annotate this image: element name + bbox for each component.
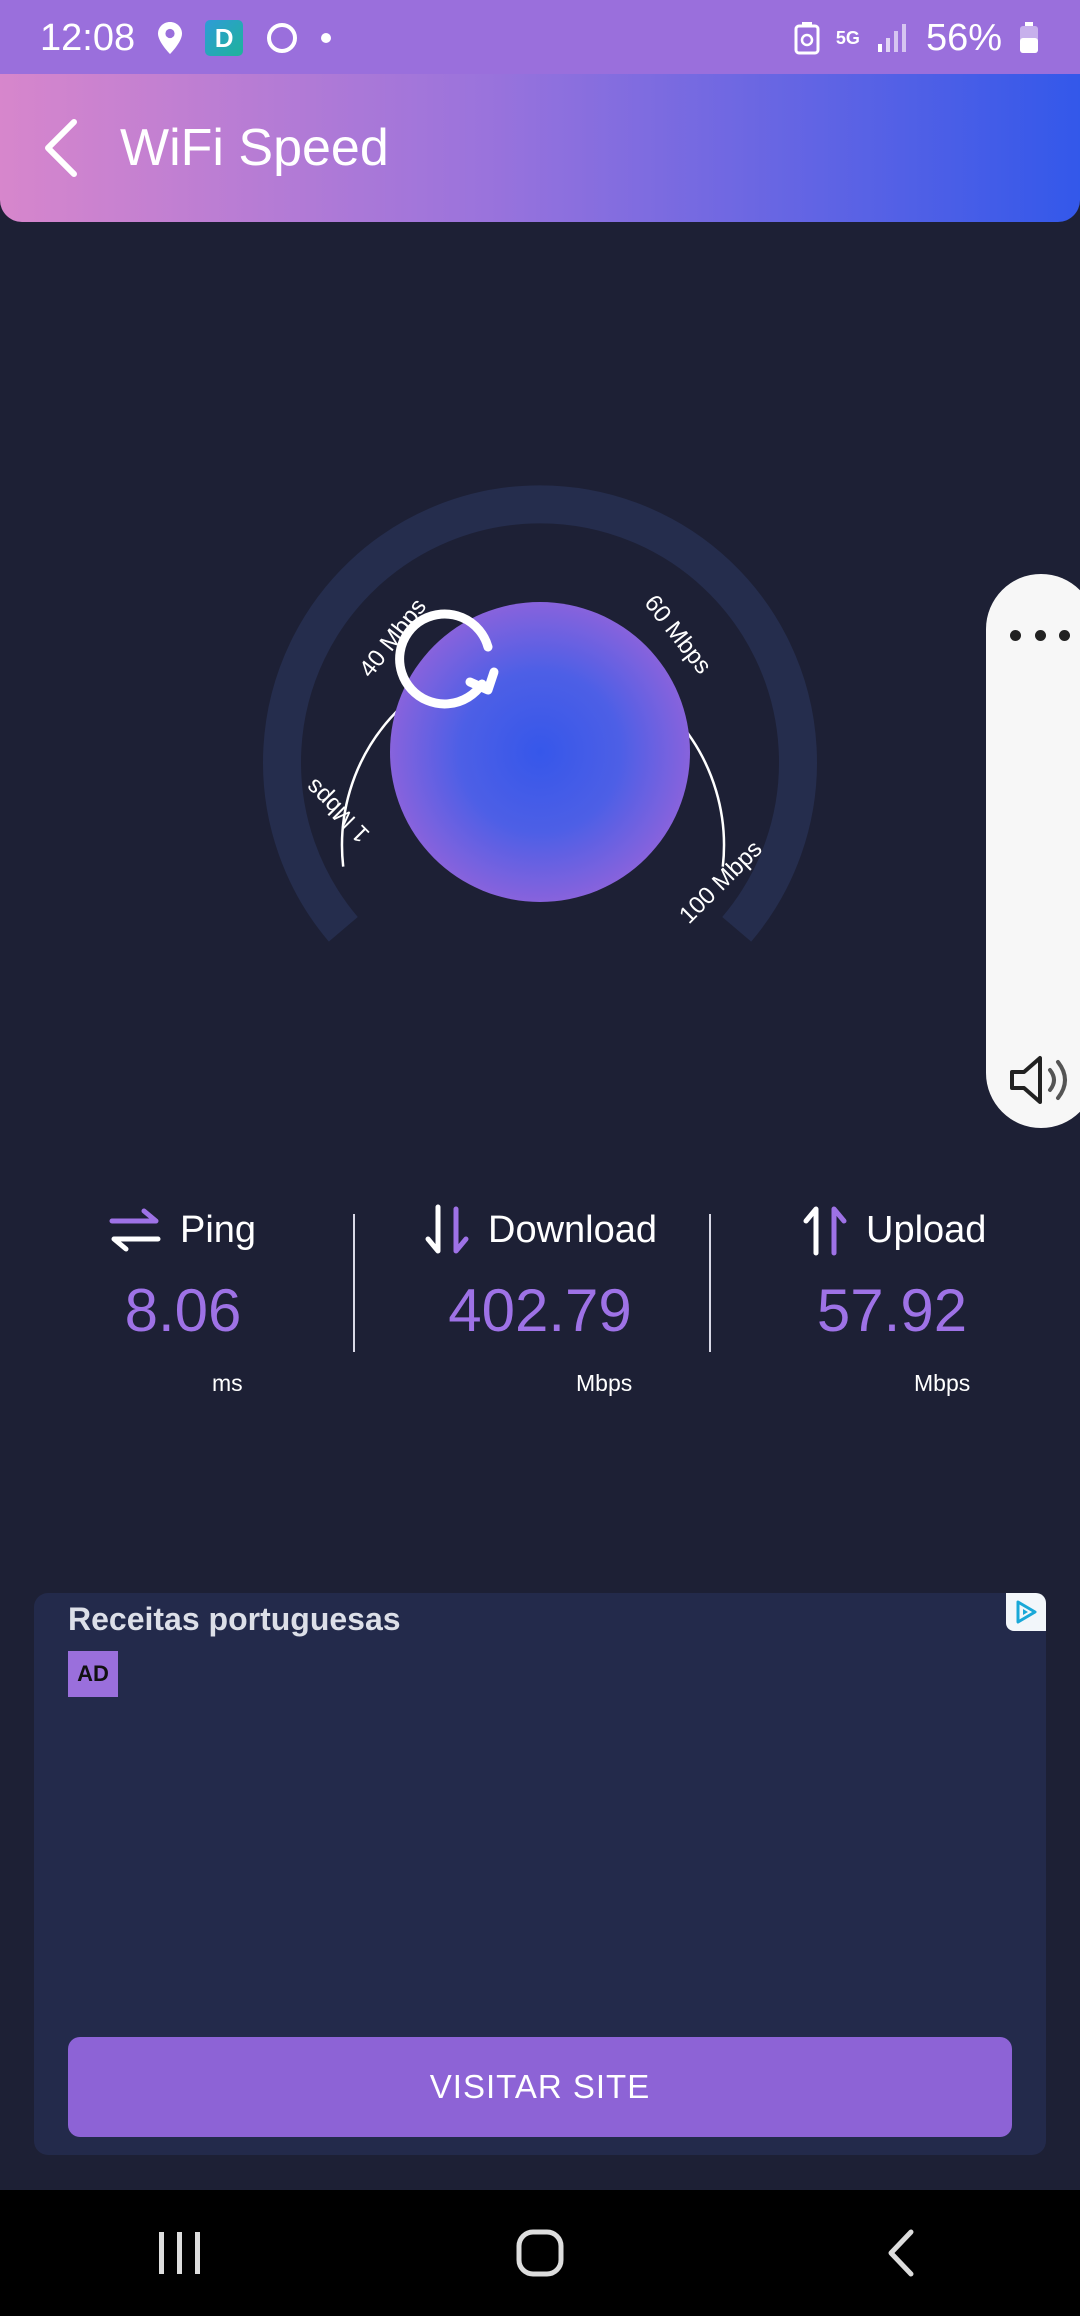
download-label: Download [488, 1208, 657, 1251]
ping-unit: ms [212, 1370, 243, 1396]
upload-unit: Mbps [914, 1370, 971, 1396]
adchoices-icon[interactable] [1006, 1593, 1046, 1631]
app-bar: WiFi Speed [0, 74, 1080, 222]
status-right: 5G 56% [794, 17, 1040, 60]
network-label: 5G [835, 28, 860, 48]
side-panel [986, 574, 1080, 1128]
app-screen: 12:08 D 5G 56% WiFi Speed 1 Mbps 40 Mbps… [0, 0, 1080, 2316]
page-title: WiFi Speed [120, 119, 389, 177]
signal-icon [876, 22, 910, 54]
system-nav-bar [0, 2190, 1080, 2316]
recents-icon [159, 2232, 200, 2274]
battery-icon [1018, 21, 1040, 55]
stats-row: Ping 8.06 ms Download 402.79 Mbps Upload… [0, 1190, 1080, 1410]
stat-ping: Ping 8.06 ms [108, 1190, 358, 1410]
status-time: 12:08 [40, 16, 136, 59]
stat-divider-1 [353, 1214, 355, 1352]
download-arrows-icon [425, 1204, 469, 1254]
stat-divider-2 [709, 1214, 711, 1352]
upload-label: Upload [866, 1208, 987, 1251]
5g-icon: 5G [835, 28, 860, 48]
refresh-icon [395, 609, 499, 709]
stat-upload: Upload 57.92 Mbps [802, 1190, 1012, 1410]
home-button[interactable] [460, 2203, 620, 2303]
upload-arrows-icon [803, 1206, 847, 1256]
home-icon [516, 2229, 564, 2277]
recents-button[interactable] [100, 2203, 260, 2303]
back-arrow-icon [45, 119, 77, 177]
more-icon[interactable] [1010, 610, 1070, 660]
stat-download-head: Download [424, 1190, 684, 1270]
stat-upload-head: Upload [802, 1190, 1012, 1270]
back-icon [888, 2229, 914, 2277]
battery-percent: 56% [925, 16, 1002, 59]
back-button[interactable] [0, 88, 120, 208]
nav-back-button[interactable] [820, 2203, 980, 2303]
download-value: 402.79 [448, 1277, 632, 1344]
swap-arrows-icon [109, 1208, 161, 1252]
ping-label: Ping [180, 1208, 257, 1251]
battery-saver-icon [794, 21, 820, 55]
dot-icon [321, 33, 332, 43]
status-left: 12:08 D [40, 16, 332, 60]
download-unit: Mbps [576, 1370, 633, 1396]
start-test-button[interactable] [390, 602, 690, 902]
ping-value: 8.06 [124, 1277, 242, 1344]
ad-banner[interactable]: Receitas portuguesas AD VISITAR SITE [34, 1593, 1046, 2155]
stat-ping-head: Ping [108, 1190, 358, 1270]
location-icon [157, 21, 183, 55]
stat-download: Download 402.79 Mbps [424, 1190, 684, 1410]
upload-value: 57.92 [816, 1277, 968, 1344]
visit-site-button[interactable]: VISITAR SITE [68, 2037, 1012, 2137]
circle-icon [265, 21, 299, 55]
ad-badge: AD [68, 1651, 118, 1697]
ad-title: Receitas portuguesas [68, 1601, 401, 1637]
volume-icon[interactable] [1006, 1050, 1076, 1110]
app-icon: D [205, 20, 244, 56]
speed-gauge: 1 Mbps 40 Mbps 60 Mbps 100 Mbps [262, 470, 818, 990]
status-bar: 12:08 D 5G 56% [0, 0, 1080, 76]
